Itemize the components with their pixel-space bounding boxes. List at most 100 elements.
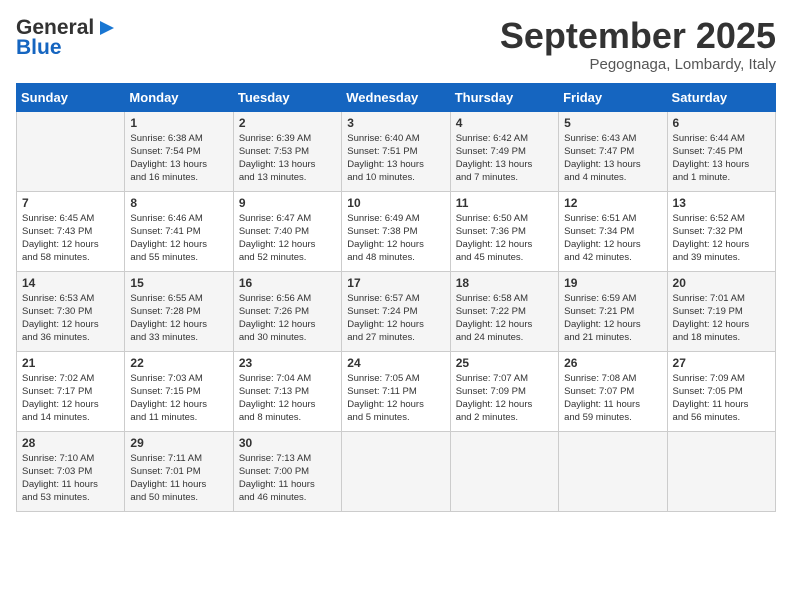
week-row-0: 1 Sunrise: 6:38 AM Sunset: 7:54 PM Daylig… bbox=[17, 111, 776, 191]
col-sunday: Sunday bbox=[17, 83, 125, 111]
day-number: 4 bbox=[456, 116, 553, 130]
cell-info: Sunrise: 6:47 AM Sunset: 7:40 PM Dayligh… bbox=[239, 212, 336, 265]
cell-w2-d0: 14 Sunrise: 6:53 AM Sunset: 7:30 PM Dayli… bbox=[17, 271, 125, 351]
cell-info: Sunrise: 6:53 AM Sunset: 7:30 PM Dayligh… bbox=[22, 292, 119, 345]
cell-info: Sunrise: 6:52 AM Sunset: 7:32 PM Dayligh… bbox=[673, 212, 770, 265]
cell-info: Sunrise: 6:42 AM Sunset: 7:49 PM Dayligh… bbox=[456, 132, 553, 185]
cell-w2-d2: 16 Sunrise: 6:56 AM Sunset: 7:26 PM Dayli… bbox=[233, 271, 341, 351]
cell-w2-d6: 20Sunrise: 7:01 AM Sunset: 7:19 PM Dayli… bbox=[667, 271, 775, 351]
cell-w1-d3: 10Sunrise: 6:49 AM Sunset: 7:38 PM Dayli… bbox=[342, 191, 450, 271]
week-row-2: 14 Sunrise: 6:53 AM Sunset: 7:30 PM Dayli… bbox=[17, 271, 776, 351]
cell-info: Sunrise: 6:56 AM Sunset: 7:26 PM Dayligh… bbox=[239, 292, 336, 345]
cell-w4-d6 bbox=[667, 431, 775, 511]
location-text: Pegognaga, Lombardy, Italy bbox=[500, 56, 776, 73]
cell-w1-d4: 11 Sunrise: 6:50 AM Sunset: 7:36 PM Dayli… bbox=[450, 191, 558, 271]
cell-w4-d2: 30Sunrise: 7:13 AM Sunset: 7:00 PM Dayli… bbox=[233, 431, 341, 511]
cell-w1-d6: 13 Sunrise: 6:52 AM Sunset: 7:32 PM Dayli… bbox=[667, 191, 775, 271]
cell-info: Sunrise: 6:57 AM Sunset: 7:24 PM Dayligh… bbox=[347, 292, 444, 345]
day-number: 8 bbox=[130, 196, 227, 210]
cell-info: Sunrise: 7:05 AM Sunset: 7:11 PM Dayligh… bbox=[347, 372, 444, 425]
cell-info: Sunrise: 7:04 AM Sunset: 7:13 PM Dayligh… bbox=[239, 372, 336, 425]
cell-info: Sunrise: 6:50 AM Sunset: 7:36 PM Dayligh… bbox=[456, 212, 553, 265]
month-title: September 2025 bbox=[500, 16, 776, 56]
cell-info: Sunrise: 6:46 AM Sunset: 7:41 PM Dayligh… bbox=[130, 212, 227, 265]
col-monday: Monday bbox=[125, 83, 233, 111]
cell-w0-d0 bbox=[17, 111, 125, 191]
cell-w4-d5 bbox=[559, 431, 667, 511]
cell-w1-d2: 9Sunrise: 6:47 AM Sunset: 7:40 PM Daylig… bbox=[233, 191, 341, 271]
day-number: 14 bbox=[22, 276, 119, 290]
cell-w0-d6: 6 Sunrise: 6:44 AM Sunset: 7:45 PM Daylig… bbox=[667, 111, 775, 191]
cell-info: Sunrise: 7:01 AM Sunset: 7:19 PM Dayligh… bbox=[673, 292, 770, 345]
day-number: 28 bbox=[22, 436, 119, 450]
cell-info: Sunrise: 7:11 AM Sunset: 7:01 PM Dayligh… bbox=[130, 452, 227, 505]
day-number: 13 bbox=[673, 196, 770, 210]
logo-blue-text: Blue bbox=[16, 36, 62, 60]
cell-info: Sunrise: 7:03 AM Sunset: 7:15 PM Dayligh… bbox=[130, 372, 227, 425]
col-friday: Friday bbox=[559, 83, 667, 111]
day-number: 17 bbox=[347, 276, 444, 290]
cell-info: Sunrise: 6:39 AM Sunset: 7:53 PM Dayligh… bbox=[239, 132, 336, 185]
cell-info: Sunrise: 7:13 AM Sunset: 7:00 PM Dayligh… bbox=[239, 452, 336, 505]
cell-info: Sunrise: 6:59 AM Sunset: 7:21 PM Dayligh… bbox=[564, 292, 661, 345]
cell-w2-d5: 19 Sunrise: 6:59 AM Sunset: 7:21 PM Dayli… bbox=[559, 271, 667, 351]
calendar-table: Sunday Monday Tuesday Wednesday Thursday… bbox=[16, 83, 776, 512]
day-number: 11 bbox=[456, 196, 553, 210]
day-number: 26 bbox=[564, 356, 661, 370]
cell-info: Sunrise: 6:45 AM Sunset: 7:43 PM Dayligh… bbox=[22, 212, 119, 265]
day-number: 27 bbox=[673, 356, 770, 370]
cell-info: Sunrise: 6:58 AM Sunset: 7:22 PM Dayligh… bbox=[456, 292, 553, 345]
cell-w0-d5: 5Sunrise: 6:43 AM Sunset: 7:47 PM Daylig… bbox=[559, 111, 667, 191]
week-row-3: 21Sunrise: 7:02 AM Sunset: 7:17 PM Dayli… bbox=[17, 351, 776, 431]
cell-info: Sunrise: 6:49 AM Sunset: 7:38 PM Dayligh… bbox=[347, 212, 444, 265]
day-number: 2 bbox=[239, 116, 336, 130]
day-number: 22 bbox=[130, 356, 227, 370]
day-number: 19 bbox=[564, 276, 661, 290]
col-thursday: Thursday bbox=[450, 83, 558, 111]
cell-info: Sunrise: 7:09 AM Sunset: 7:05 PM Dayligh… bbox=[673, 372, 770, 425]
cell-info: Sunrise: 7:08 AM Sunset: 7:07 PM Dayligh… bbox=[564, 372, 661, 425]
cell-w0-d3: 3Sunrise: 6:40 AM Sunset: 7:51 PM Daylig… bbox=[342, 111, 450, 191]
week-row-1: 7 Sunrise: 6:45 AM Sunset: 7:43 PM Daylig… bbox=[17, 191, 776, 271]
week-row-4: 28 Sunrise: 7:10 AM Sunset: 7:03 PM Dayli… bbox=[17, 431, 776, 511]
cell-w0-d2: 2 Sunrise: 6:39 AM Sunset: 7:53 PM Daylig… bbox=[233, 111, 341, 191]
day-number: 7 bbox=[22, 196, 119, 210]
cell-w0-d1: 1 Sunrise: 6:38 AM Sunset: 7:54 PM Daylig… bbox=[125, 111, 233, 191]
cell-w3-d5: 26 Sunrise: 7:08 AM Sunset: 7:07 PM Dayli… bbox=[559, 351, 667, 431]
cell-w1-d1: 8 Sunrise: 6:46 AM Sunset: 7:41 PM Daylig… bbox=[125, 191, 233, 271]
logo-icon bbox=[96, 17, 118, 39]
calendar-container: General Blue September 2025 Pegognaga, L… bbox=[0, 0, 792, 522]
cell-w3-d0: 21Sunrise: 7:02 AM Sunset: 7:17 PM Dayli… bbox=[17, 351, 125, 431]
day-number: 6 bbox=[673, 116, 770, 130]
cell-info: Sunrise: 7:10 AM Sunset: 7:03 PM Dayligh… bbox=[22, 452, 119, 505]
day-number: 16 bbox=[239, 276, 336, 290]
cell-w3-d2: 23 Sunrise: 7:04 AM Sunset: 7:13 PM Dayli… bbox=[233, 351, 341, 431]
day-number: 5 bbox=[564, 116, 661, 130]
cell-w4-d3 bbox=[342, 431, 450, 511]
cell-w2-d1: 15Sunrise: 6:55 AM Sunset: 7:28 PM Dayli… bbox=[125, 271, 233, 351]
cell-w3-d4: 25Sunrise: 7:07 AM Sunset: 7:09 PM Dayli… bbox=[450, 351, 558, 431]
cell-w3-d6: 27 Sunrise: 7:09 AM Sunset: 7:05 PM Dayli… bbox=[667, 351, 775, 431]
day-number: 3 bbox=[347, 116, 444, 130]
cell-w4-d1: 29Sunrise: 7:11 AM Sunset: 7:01 PM Dayli… bbox=[125, 431, 233, 511]
day-number: 25 bbox=[456, 356, 553, 370]
cell-w1-d5: 12Sunrise: 6:51 AM Sunset: 7:34 PM Dayli… bbox=[559, 191, 667, 271]
cell-info: Sunrise: 6:38 AM Sunset: 7:54 PM Dayligh… bbox=[130, 132, 227, 185]
cell-info: Sunrise: 6:51 AM Sunset: 7:34 PM Dayligh… bbox=[564, 212, 661, 265]
col-saturday: Saturday bbox=[667, 83, 775, 111]
day-number: 23 bbox=[239, 356, 336, 370]
col-tuesday: Tuesday bbox=[233, 83, 341, 111]
cell-w3-d3: 24 Sunrise: 7:05 AM Sunset: 7:11 PM Dayli… bbox=[342, 351, 450, 431]
day-number: 18 bbox=[456, 276, 553, 290]
cell-info: Sunrise: 6:44 AM Sunset: 7:45 PM Dayligh… bbox=[673, 132, 770, 185]
day-number: 15 bbox=[130, 276, 227, 290]
cell-w1-d0: 7 Sunrise: 6:45 AM Sunset: 7:43 PM Daylig… bbox=[17, 191, 125, 271]
day-number: 1 bbox=[130, 116, 227, 130]
cell-w2-d4: 18 Sunrise: 6:58 AM Sunset: 7:22 PM Dayli… bbox=[450, 271, 558, 351]
title-area: September 2025 Pegognaga, Lombardy, Ital… bbox=[500, 16, 776, 73]
calendar-header: General Blue September 2025 Pegognaga, L… bbox=[16, 16, 776, 73]
cell-w3-d1: 22 Sunrise: 7:03 AM Sunset: 7:15 PM Dayli… bbox=[125, 351, 233, 431]
header-row: Sunday Monday Tuesday Wednesday Thursday… bbox=[17, 83, 776, 111]
cell-w2-d3: 17 Sunrise: 6:57 AM Sunset: 7:24 PM Dayli… bbox=[342, 271, 450, 351]
day-number: 24 bbox=[347, 356, 444, 370]
